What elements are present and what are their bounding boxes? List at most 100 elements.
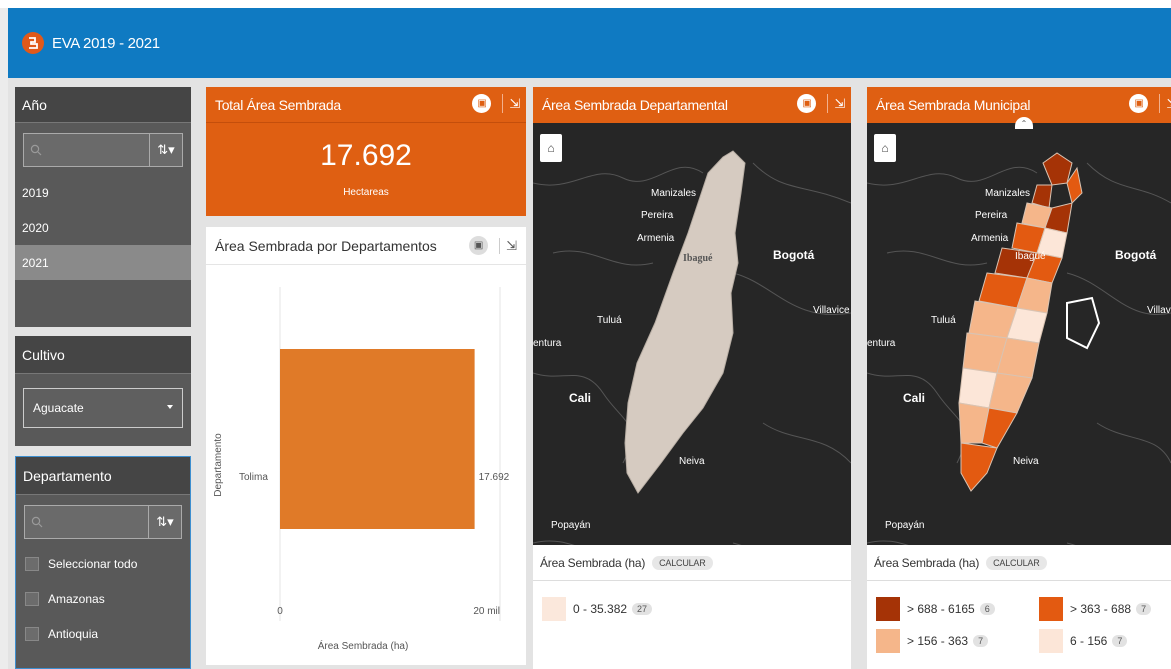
panel-title: Área Sembrada por Departamentos <box>215 237 437 254</box>
bar-chart: Departamento Tolima 17.692 0 20 mil Área… <box>213 287 510 652</box>
legend-item: > 363 - 688 7 <box>1039 597 1152 621</box>
app-header: EVA 2019 - 2021 <box>8 8 1171 78</box>
legend-item: 6 - 156 7 <box>1039 629 1128 653</box>
department-search-input[interactable] <box>24 505 148 539</box>
legend-item: 0 - 35.382 27 <box>542 597 653 621</box>
home-button[interactable]: ⌂ <box>874 134 896 162</box>
sort-button[interactable]: ⇅▾ <box>148 505 182 539</box>
legend-title: Área Sembrada (ha) <box>540 555 646 570</box>
copy-icon[interactable]: ▣ <box>1129 94 1149 113</box>
x-axis-title: Área Sembrada (ha) <box>318 639 409 652</box>
legend-swatch <box>876 597 900 621</box>
map-label: Neiva <box>1013 456 1039 467</box>
chevron-up-icon: ⌃ <box>1020 118 1028 128</box>
crop-select[interactable]: Aguacate <box>23 388 183 428</box>
map-label: Armenia <box>637 233 675 244</box>
search-icon <box>31 516 43 528</box>
legend-swatch <box>1039 629 1063 653</box>
calculate-button[interactable]: CALCULAR <box>652 555 713 570</box>
map-label: Cali <box>569 391 592 405</box>
legend-item: > 156 - 363 7 <box>876 629 989 653</box>
expand-icon[interactable]: ⇲ <box>499 237 517 254</box>
map-label: entura <box>867 338 896 349</box>
app-logo-icon <box>22 32 44 54</box>
map-label: Cali <box>903 391 926 405</box>
panel-title: Total Área Sembrada <box>215 96 341 113</box>
year-item[interactable]: 2019 <box>15 175 191 210</box>
map-legend: Área Sembrada (ha) CALCULAR > 688 - 6165… <box>867 545 1171 669</box>
year-filter-panel: Año ⇅▾ 2019 2020 2021 <box>15 87 191 327</box>
crop-filter-title: Cultivo <box>15 336 191 374</box>
calculate-button[interactable]: CALCULAR <box>986 555 1047 570</box>
map-label: Tuluá <box>597 315 622 326</box>
category-label: Tolima <box>239 472 268 483</box>
map-label: Ibagué <box>1015 251 1046 262</box>
department-checkbox-item[interactable]: Seleccionar todo <box>16 546 190 581</box>
legend-swatch <box>542 597 566 621</box>
sort-button[interactable]: ⇅▾ <box>149 133 183 167</box>
crop-filter-panel: Cultivo Aguacate <box>15 336 191 446</box>
sort-icon: ⇅▾ <box>157 142 175 157</box>
home-button[interactable]: ⌂ <box>540 134 562 162</box>
map-label: entura <box>533 338 562 349</box>
total-unit: Hectareas <box>343 187 389 198</box>
map-label: Pereira <box>975 210 1008 221</box>
legend-swatch <box>1039 597 1063 621</box>
y-axis-title: Departamento <box>213 433 224 497</box>
department-checkbox-item[interactable]: Amazonas <box>16 581 190 616</box>
checkbox[interactable] <box>25 556 39 571</box>
year-item-selected[interactable]: 2021 <box>15 245 191 280</box>
year-item[interactable]: 2020 <box>15 210 191 245</box>
expand-icon[interactable]: ⇲ <box>1159 94 1171 113</box>
copy-icon[interactable]: ▣ <box>472 94 492 113</box>
expand-icon[interactable]: ⇲ <box>827 94 845 113</box>
x-tick-label: 0 <box>277 606 283 617</box>
department-checkbox-item[interactable]: Antioquia <box>16 616 190 651</box>
sort-icon: ⇅▾ <box>156 514 174 529</box>
map-label: Popayán <box>551 520 591 531</box>
legend-item: > 688 - 6165 6 <box>876 597 995 621</box>
x-tick-label: 20 mil <box>473 606 500 617</box>
bar-data-label: 17.692 <box>479 472 510 483</box>
bar-chart-panel: Área Sembrada por Departamentos ▣ ⇲ Depa… <box>206 227 526 665</box>
department-filter-title: Departamento <box>16 457 190 495</box>
crop-select-value: Aguacate <box>33 401 84 415</box>
year-search-input[interactable] <box>23 133 149 167</box>
department-filter-panel: Departamento ⇅▾ Seleccionar todo Amazona… <box>15 456 191 669</box>
legend-count: 7 <box>973 635 989 647</box>
chevron-down-icon <box>167 405 173 409</box>
legend-count: 7 <box>1112 635 1128 647</box>
tolima-region <box>624 150 746 494</box>
bar-tolima[interactable] <box>280 349 475 529</box>
legend-count: 6 <box>979 603 995 615</box>
checkbox[interactable] <box>25 591 39 606</box>
map-label: Manizales <box>651 188 697 199</box>
map-label: Ibagué <box>683 253 713 264</box>
map-label: Manizales <box>985 188 1031 199</box>
collapse-toggle[interactable]: ⌃ <box>1015 117 1033 129</box>
department-map-panel: Área Sembrada Departamental ▣ ⇲ ⌂ Maniza… <box>533 87 851 669</box>
checkbox[interactable] <box>25 626 39 641</box>
search-icon <box>30 144 42 156</box>
map-label: Armenia <box>971 233 1009 244</box>
map-legend: Área Sembrada (ha) CALCULAR 0 - 35.382 2… <box>533 545 851 669</box>
legend-swatch <box>876 629 900 653</box>
map-label: Villavice <box>813 305 850 316</box>
panel-title: Área Sembrada Municipal <box>876 97 1031 113</box>
map-label: Tuluá <box>931 315 956 326</box>
home-icon: ⌂ <box>881 141 889 155</box>
total-area-panel: Total Área Sembrada ▣ ⇲ 17.692 Hectareas <box>206 87 526 216</box>
map-label: Pereira <box>641 210 674 221</box>
map-label: Bogotá <box>1115 248 1157 262</box>
copy-icon[interactable]: ▣ <box>797 94 817 113</box>
legend-count: 27 <box>632 603 653 615</box>
app-title: EVA 2019 - 2021 <box>52 34 160 52</box>
home-icon: ⌂ <box>547 141 555 155</box>
expand-icon[interactable]: ⇲ <box>502 94 520 113</box>
map-label: Bogotá <box>773 248 815 262</box>
map-label: Villav <box>1147 305 1171 316</box>
municipal-map-panel: Área Sembrada Municipal ▣ ⇲ <box>867 87 1171 669</box>
copy-icon[interactable]: ▣ <box>469 236 489 255</box>
map-label: Popayán <box>885 520 925 531</box>
year-filter-title: Año <box>15 87 191 123</box>
